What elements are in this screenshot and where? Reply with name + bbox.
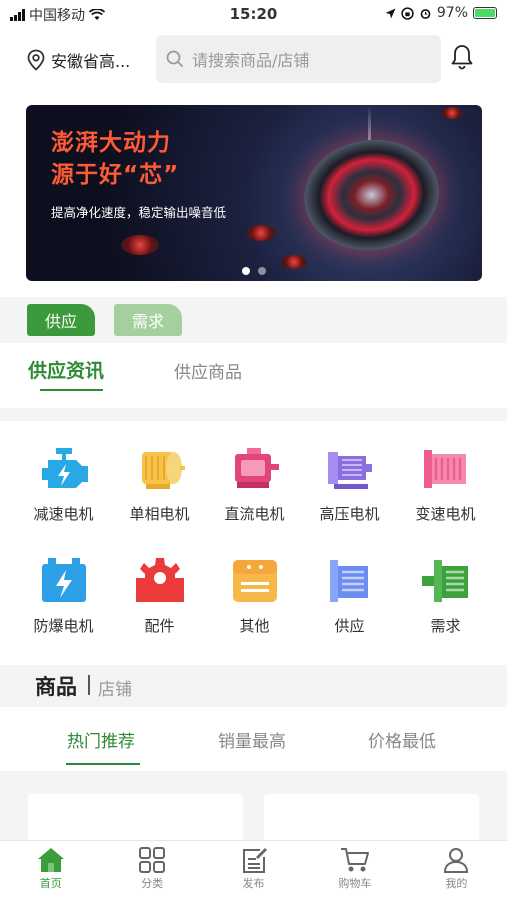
grid-icon: [139, 847, 166, 873]
nav-label: 首页: [39, 877, 62, 890]
sort-tab-price[interactable]: 价格最低: [368, 727, 436, 752]
category-grid: 减速电机 单相电机 直流电机 高压电机 变速电机 防爆电机 配件 其他 供应 需…: [0, 421, 507, 665]
product-card[interactable]: [264, 794, 479, 844]
chip-decoration: [121, 235, 159, 255]
chip-decoration: [246, 225, 276, 241]
search-placeholder: 请搜索商品/店铺: [192, 51, 310, 70]
banner-title-line2: 源于好“芯”: [51, 162, 180, 188]
category-label: 减速电机: [33, 505, 94, 523]
category-label: 配件: [144, 617, 175, 635]
nav-label: 购物车: [338, 877, 372, 890]
products-tab[interactable]: 商品: [35, 671, 77, 701]
bell-icon[interactable]: [450, 43, 474, 71]
shops-tab[interactable]: 店铺: [98, 675, 132, 700]
banner-section: 澎湃大动力 源于好“芯” 提高净化速度，稳定输出噪音低: [0, 90, 507, 297]
products-header: 商品 店铺: [0, 665, 507, 707]
home-icon: [37, 848, 64, 872]
nav-label: 发布: [242, 877, 265, 890]
category-label: 防爆电机: [33, 617, 94, 635]
location-pin-icon: [27, 49, 45, 71]
gear-icon: [134, 555, 186, 607]
category-item[interactable]: 防爆电机: [16, 555, 111, 636]
nav-item-cart[interactable]: 购物车: [304, 841, 405, 900]
engine-icon: [38, 443, 90, 495]
user-icon: [444, 848, 469, 873]
location-label: 安徽省高...: [51, 52, 131, 71]
supply-tab-button[interactable]: 供应: [27, 304, 96, 336]
supply-icon: [324, 555, 376, 607]
battery-icon: [38, 555, 90, 607]
sort-tabs: 热门推荐 销量最高 价格最低: [0, 707, 507, 771]
carousel-indicator: [26, 267, 482, 275]
motor-icon: [324, 443, 376, 495]
location-arrow-icon: [385, 8, 396, 18]
motor-rotor-image: [297, 131, 446, 259]
demand-icon: [420, 555, 472, 607]
box-icon: [229, 555, 281, 607]
active-tab-underline: [40, 389, 103, 391]
active-sort-underline: [66, 763, 140, 765]
search-input[interactable]: 请搜索商品/店铺: [156, 35, 441, 83]
location-selector[interactable]: 安徽省高...: [26, 48, 130, 72]
category-label: 其他: [239, 617, 270, 635]
category-item[interactable]: 单相电机: [112, 443, 207, 524]
category-item[interactable]: 减速电机: [16, 443, 111, 524]
sort-tab-sales[interactable]: 销量最高: [218, 727, 286, 752]
category-item[interactable]: 供应: [302, 555, 397, 636]
battery-percent: 97%: [436, 5, 468, 21]
rotation-lock-icon: [401, 6, 414, 20]
category-label: 高压电机: [319, 505, 380, 523]
info-tabs: 供应资讯 供应商品: [0, 343, 507, 408]
cart-icon: [340, 848, 369, 872]
category-label: 直流电机: [224, 505, 285, 523]
motor-icon: [134, 443, 186, 495]
nav-label: 分类: [141, 877, 164, 890]
category-label: 单相电机: [129, 505, 190, 523]
tab-supply-news[interactable]: 供应资讯: [28, 356, 104, 383]
category-item[interactable]: 需求: [398, 555, 493, 636]
tab-supply-products[interactable]: 供应商品: [174, 358, 242, 383]
chip-decoration: [441, 107, 463, 119]
nav-item-mine[interactable]: 我的: [406, 841, 507, 900]
demand-tab-button[interactable]: 需求: [114, 304, 183, 336]
category-label: 供应: [334, 617, 365, 635]
carousel-dot[interactable]: [258, 267, 266, 275]
category-label: 需求: [430, 617, 461, 635]
nav-item-home[interactable]: 首页: [0, 841, 101, 900]
category-item[interactable]: 高压电机: [302, 443, 397, 524]
nav-item-publish[interactable]: 发布: [203, 841, 304, 900]
supply-demand-switch: 供应 需求: [0, 297, 507, 343]
category-item[interactable]: 配件: [112, 555, 207, 636]
promo-banner[interactable]: 澎湃大动力 源于好“芯” 提高净化速度，稳定输出噪音低: [26, 105, 482, 281]
search-icon: [166, 50, 184, 68]
banner-subtitle: 提高净化速度，稳定输出噪音低: [51, 205, 227, 220]
alarm-icon: [420, 8, 431, 19]
category-item[interactable]: 其他: [207, 555, 302, 636]
divider: [88, 675, 90, 695]
motor-icon: [229, 443, 281, 495]
top-header: 安徽省高... 请搜索商品/店铺: [0, 30, 507, 90]
battery-icon: [473, 7, 497, 19]
nav-label: 我的: [445, 877, 468, 890]
carousel-dot[interactable]: [242, 267, 250, 275]
edit-icon: [242, 848, 267, 873]
sort-tab-hot[interactable]: 热门推荐: [67, 727, 135, 752]
product-card[interactable]: [28, 794, 243, 844]
motor-icon: [420, 443, 472, 495]
product-list: [0, 771, 507, 844]
category-label: 变速电机: [415, 505, 476, 523]
bottom-nav: 首页 分类 发布 购物车 我的: [0, 840, 507, 900]
nav-item-category[interactable]: 分类: [101, 841, 202, 900]
banner-title-line1: 澎湃大动力: [51, 130, 171, 156]
category-item[interactable]: 直流电机: [207, 443, 302, 524]
category-item[interactable]: 变速电机: [398, 443, 493, 524]
status-bar: 中国移动 15:20 97%: [0, 0, 507, 30]
